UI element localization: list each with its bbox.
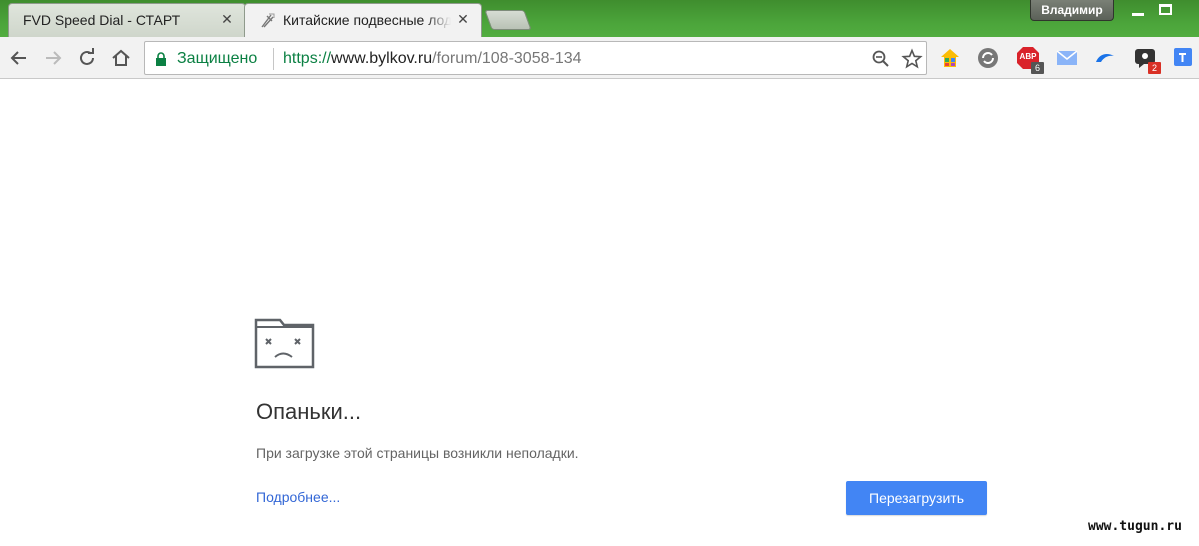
adblock-plus-extension[interactable]: ABP 6 [1016,46,1044,74]
bookmark-star-icon[interactable] [901,48,923,70]
url-text[interactable]: https://www.bylkov.ru/forum/108-3058-134 [283,50,582,68]
url-scheme: https:// [283,50,332,67]
restore-icon[interactable] [1152,0,1180,21]
lock-icon[interactable] [155,52,167,66]
sad-tab-icon [254,318,315,369]
translate-extension-icon[interactable] [1172,46,1196,70]
mail-extension-icon[interactable] [1055,46,1079,70]
error-heading: Опаньки... [256,399,362,424]
omnibox-divider [273,48,274,70]
reload-button[interactable]: Перезагрузить [846,481,987,515]
minimize-icon[interactable] [1124,0,1152,21]
tab-close-icon[interactable]: ✕ [455,11,471,27]
adblock-badge: 6 [1031,62,1044,74]
forward-arrow-icon[interactable] [40,45,66,71]
tab-bylkov-forum[interactable]: Китайские подвесные лодочные моторы ✕ [244,3,482,37]
page-favicon-icon [261,13,275,28]
security-label[interactable]: Защищено [177,50,257,68]
home-icon[interactable] [108,45,134,71]
new-tab-button[interactable] [484,10,532,30]
notes-badge: 2 [1148,62,1161,74]
details-link[interactable]: Подробнее... [256,489,340,505]
notes-extension[interactable]: 2 [1133,46,1161,74]
speed-dial-extension-icon[interactable] [938,46,962,70]
tab-title: Китайские подвесные лодочные моторы [283,12,451,28]
cloud-extension-icon[interactable] [1093,46,1117,70]
sync-extension-icon[interactable] [976,46,1000,70]
error-message: При загрузке этой страницы возникли непо… [256,445,579,461]
adblock-label: ABP [1019,52,1037,61]
profile-button[interactable]: Владимир [1030,0,1114,21]
tab-fvd-speed-dial[interactable]: FVD Speed Dial - СТАРТ ✕ [8,3,246,37]
browser-window: FVD Speed Dial - СТАРТ ✕ Китайские подве… [0,0,1199,546]
back-arrow-icon[interactable] [6,45,32,71]
watermark-text: www.tugun.ru [1088,519,1182,534]
browser-toolbar: Защищено https://www.bylkov.ru/forum/108… [0,37,1199,79]
tab-title: FVD Speed Dial - СТАРТ [23,12,181,28]
zoom-out-icon[interactable] [871,49,891,69]
tab-strip: FVD Speed Dial - СТАРТ ✕ Китайские подве… [0,0,1199,37]
address-bar[interactable]: Защищено https://www.bylkov.ru/forum/108… [144,41,927,75]
url-host: www.bylkov.ru [331,50,433,67]
tab-close-icon[interactable]: ✕ [219,11,235,27]
reload-icon[interactable] [74,45,100,71]
url-path: /forum/108-3058-134 [432,50,582,67]
